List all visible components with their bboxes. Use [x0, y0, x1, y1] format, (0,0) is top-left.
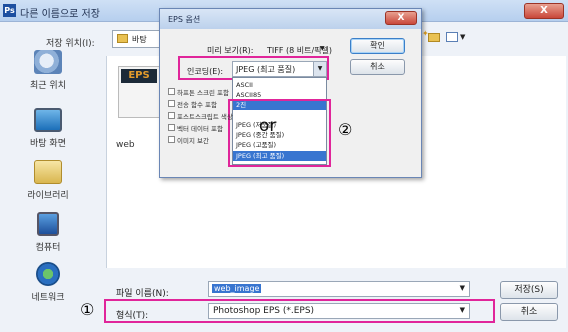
step-marker-2: ②	[338, 120, 353, 139]
place-computer[interactable]: 컴퓨터	[4, 212, 92, 253]
recent-places-icon	[34, 50, 62, 74]
computer-icon	[37, 212, 59, 236]
file-name-value: web_image	[212, 284, 262, 293]
chevron-down-icon[interactable]: ▼	[460, 284, 465, 292]
ok-button[interactable]: 확인	[350, 38, 405, 54]
checkbox-label: 이미지 보간	[177, 137, 209, 145]
save-button[interactable]: 저장(S)	[500, 281, 558, 299]
checkbox[interactable]	[168, 112, 175, 119]
checkbox[interactable]	[168, 100, 175, 107]
cancel-button[interactable]: 취소	[500, 303, 558, 321]
save-as-title: 다른 이름으로 저장	[20, 9, 100, 20]
save-in-value: 바탕	[132, 35, 147, 44]
cancel-button[interactable]: 취소	[350, 59, 405, 75]
close-button[interactable]: X	[524, 3, 564, 19]
checkbox-row[interactable]: 하프톤 스크린 포함	[168, 87, 230, 97]
view-menu-icon[interactable]	[446, 32, 458, 42]
place-libraries[interactable]: 라이브러리	[4, 160, 92, 201]
checkbox-label: 포스트스크립트 색상	[177, 113, 233, 121]
file-name-label: 파일 이름(N):	[116, 289, 169, 299]
or-annotation: or	[259, 116, 277, 136]
file-name-text[interactable]: web	[116, 140, 135, 150]
checkbox-row[interactable]: 포스트스크립트 색상	[168, 111, 233, 121]
checkbox-row[interactable]: 벡터 데이터 포함	[168, 123, 230, 133]
place-desktop[interactable]: 바탕 화면	[4, 108, 92, 149]
eps-options-title: EPS 옵션	[168, 15, 201, 24]
place-label: 네트워크	[31, 293, 65, 303]
photoshop-app-icon: Ps	[3, 4, 16, 17]
place-label: 최근 위치	[30, 81, 66, 91]
checkbox-label: 벡터 데이터 포함	[177, 125, 223, 133]
jpeg-options-highlight-box	[228, 99, 331, 167]
save-in-label: 저장 위치(I):	[46, 39, 95, 49]
place-label: 라이브러리	[27, 191, 69, 201]
checkbox[interactable]	[168, 124, 175, 131]
network-icon	[36, 262, 60, 286]
format-highlight-box	[104, 299, 495, 323]
step-marker-1: ①	[80, 300, 95, 319]
place-label: 바탕 화면	[30, 139, 66, 149]
file-name-input[interactable]: web_image ▼	[208, 281, 470, 297]
checkbox-row[interactable]: 전송 함수 포함	[168, 99, 230, 109]
eps-options-titlebar: EPS 옵션 X	[160, 9, 421, 29]
place-label: 컴퓨터	[35, 243, 61, 253]
close-button[interactable]: X	[385, 11, 417, 25]
place-network[interactable]: 네트워크	[4, 262, 92, 303]
checkbox-row[interactable]: 이미지 보간	[168, 135, 230, 145]
checkbox[interactable]	[168, 88, 175, 95]
checkbox-label: 하프톤 스크린 포함	[177, 89, 229, 97]
place-recent[interactable]: 최근 위치	[4, 50, 92, 91]
new-folder-icon[interactable]	[428, 33, 440, 42]
eps-options-dialog: EPS 옵션 X 미리 보기(R): TIFF (8 비트/픽셀) ▼ 인코딩(…	[159, 8, 422, 178]
chevron-down-icon[interactable]: ▼	[460, 33, 465, 41]
checkbox[interactable]	[168, 136, 175, 143]
encoding-option[interactable]: ASCII	[233, 80, 326, 90]
folder-icon	[117, 34, 128, 43]
desktop-icon	[34, 108, 62, 132]
chevron-down-icon[interactable]: ▼	[320, 45, 325, 52]
checkbox-label: 전송 함수 포함	[177, 101, 218, 109]
preview-label: 미리 보기(R):	[207, 46, 254, 55]
eps-badge: EPS	[121, 69, 157, 83]
libraries-icon	[34, 160, 62, 184]
eps-file-icon[interactable]: EPS	[118, 66, 160, 118]
